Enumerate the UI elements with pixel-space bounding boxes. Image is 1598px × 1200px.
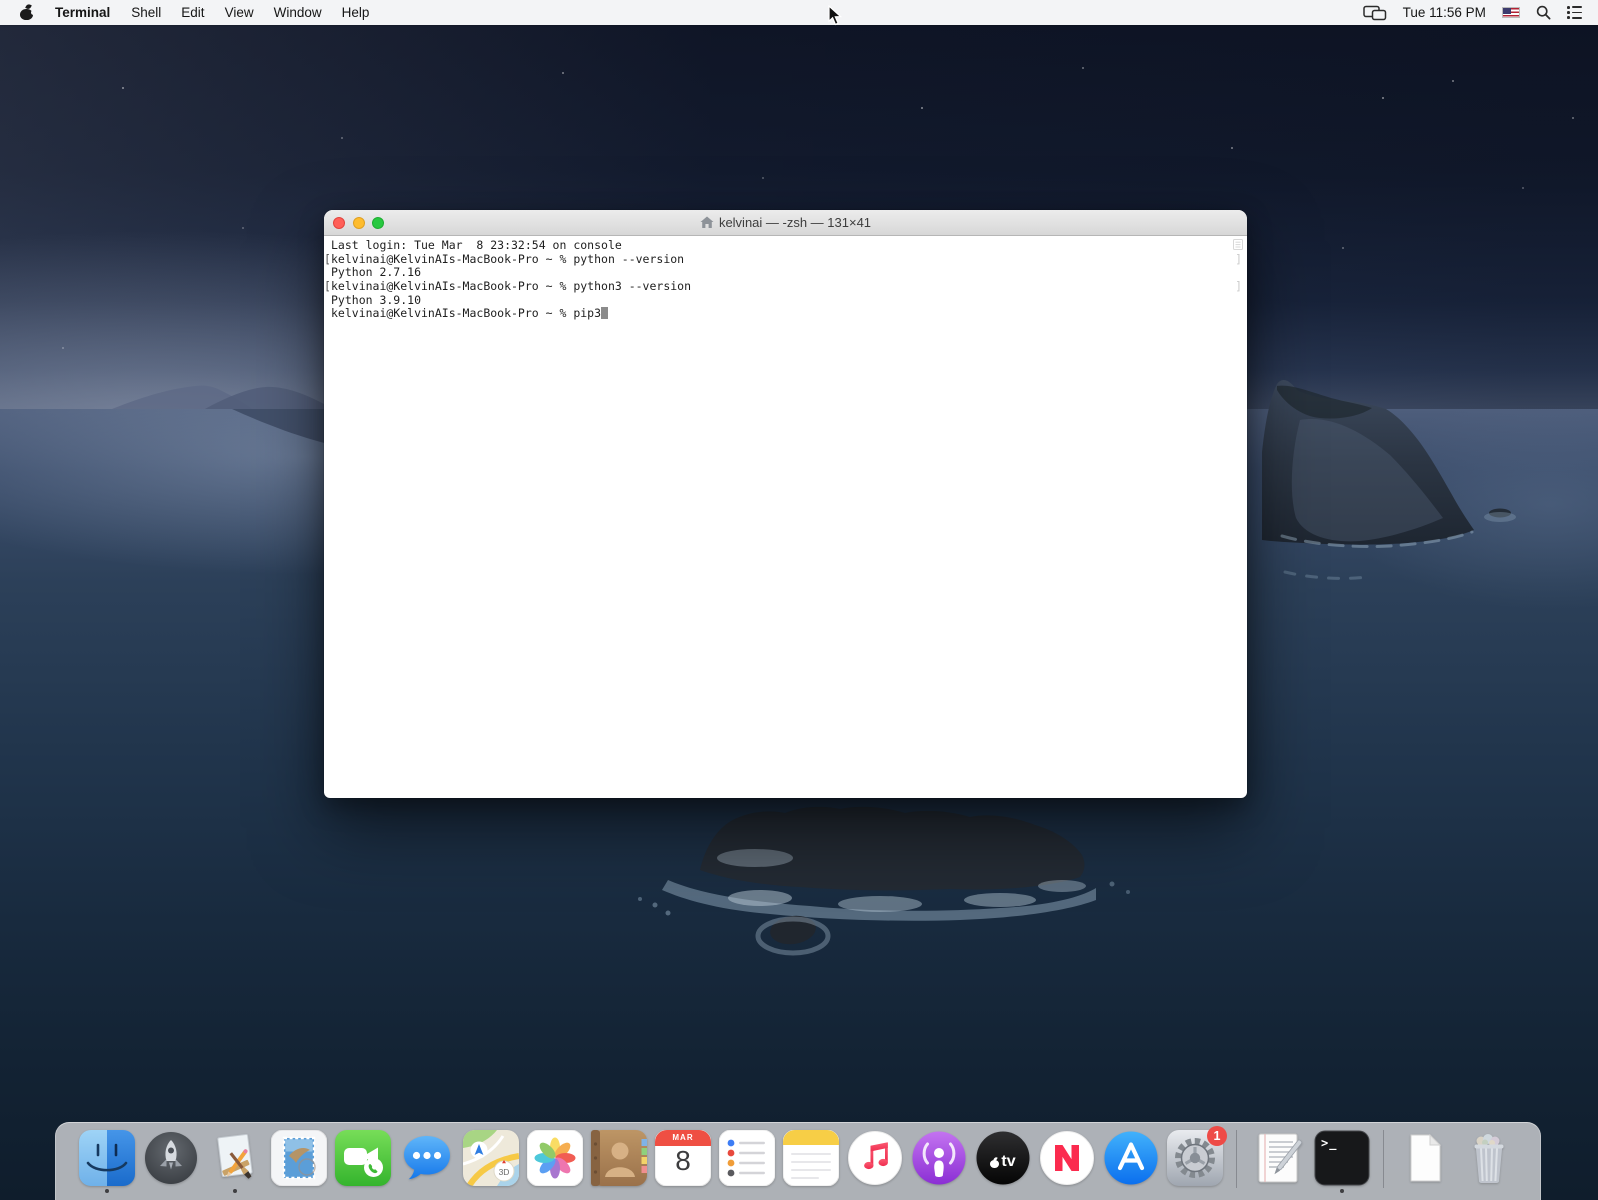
dock-textedit-icon[interactable] <box>1249 1130 1307 1194</box>
menu-shell[interactable]: Shell <box>121 0 171 25</box>
spotlight-search-icon[interactable] <box>1536 5 1551 20</box>
dock: 3D <box>55 1122 1541 1200</box>
dock-separator <box>1383 1130 1384 1188</box>
terminal-content[interactable]: Last login: Tue Mar 8 23:32:54 on consol… <box>324 236 1247 797</box>
tv-label: tv <box>1001 1153 1015 1171</box>
running-indicator <box>105 1189 109 1193</box>
terminal-cursor <box>601 307 608 319</box>
dock-tv-icon[interactable]: tv <box>974 1130 1032 1194</box>
calendar-month-label: MAR <box>654 1133 712 1142</box>
dock-finder-icon[interactable] <box>78 1130 136 1194</box>
terminal-prompt-line: kelvinai@KelvinAIs-MacBook-Pro ~ % pip3 <box>324 307 1247 321</box>
menu-view[interactable]: View <box>215 0 264 25</box>
menu-bar: Terminal Shell Edit View Window Help Tue… <box>0 0 1598 25</box>
dock-messages-icon[interactable] <box>398 1130 456 1194</box>
zoom-button[interactable] <box>372 217 384 229</box>
menu-window[interactable]: Window <box>264 0 332 25</box>
dock-documents-icon[interactable] <box>1396 1130 1454 1194</box>
dock-contacts-icon[interactable] <box>590 1130 648 1194</box>
dock-generic-app-icon[interactable] <box>206 1130 264 1194</box>
dock-music-icon[interactable] <box>846 1130 904 1194</box>
close-button[interactable] <box>333 217 345 229</box>
display-mirroring-icon[interactable] <box>1363 5 1387 21</box>
maps-3d-label: 3D <box>499 1167 510 1177</box>
running-indicator <box>233 1189 237 1193</box>
menu-edit[interactable]: Edit <box>171 0 214 25</box>
terminal-prompt-glyph: >_ <box>1321 1136 1337 1150</box>
terminal-line: [kelvinai@KelvinAIs-MacBook-Pro ~ % pyth… <box>324 253 1247 267</box>
dock-podcasts-icon[interactable] <box>910 1130 968 1194</box>
dock-facetime-icon[interactable] <box>334 1130 392 1194</box>
dock-calendar-icon[interactable]: MAR 8 <box>654 1130 712 1194</box>
running-indicator <box>1340 1189 1344 1193</box>
dock-notes-icon[interactable] <box>782 1130 840 1194</box>
terminal-line: [kelvinai@KelvinAIs-MacBook-Pro ~ % pyth… <box>324 280 1247 294</box>
dock-mail-icon[interactable] <box>270 1130 328 1194</box>
dock-appstore-icon[interactable] <box>1102 1130 1160 1194</box>
dock-launchpad-icon[interactable] <box>142 1130 200 1194</box>
notification-badge: 1 <box>1207 1126 1227 1146</box>
menu-help[interactable]: Help <box>332 0 380 25</box>
desktop: Terminal Shell Edit View Window Help Tue… <box>0 0 1598 1200</box>
apple-logo-icon <box>990 1157 999 1168</box>
mouse-cursor <box>828 5 843 26</box>
terminal-window: kelvinai — -zsh — 131×41 Last login: Tue… <box>324 210 1247 798</box>
terminal-line: Python 2.7.16 <box>324 266 1247 280</box>
terminal-line: Python 3.9.10 <box>324 294 1247 308</box>
us-flag-icon[interactable] <box>1502 7 1520 18</box>
dock-trash-icon[interactable] <box>1460 1130 1518 1194</box>
apple-menu-icon[interactable] <box>20 5 33 20</box>
calendar-day-label: 8 <box>654 1145 712 1177</box>
dock-maps-icon[interactable]: 3D <box>462 1130 520 1194</box>
minimize-button[interactable] <box>353 217 365 229</box>
terminal-line: Last login: Tue Mar 8 23:32:54 on consol… <box>324 239 1247 253</box>
menubar-clock[interactable]: Tue 11:56 PM <box>1403 5 1486 20</box>
home-folder-icon <box>700 216 714 229</box>
window-title: kelvinai — -zsh — 131×41 <box>719 215 871 230</box>
dock-news-icon[interactable] <box>1038 1130 1096 1194</box>
menu-terminal[interactable]: Terminal <box>45 0 121 25</box>
dock-photos-icon[interactable] <box>526 1130 584 1194</box>
menu-list-icon[interactable] <box>1567 6 1582 19</box>
dock-reminders-icon[interactable] <box>718 1130 776 1194</box>
dock-separator <box>1236 1130 1237 1188</box>
dock-system-preferences-icon[interactable]: 1 <box>1166 1130 1224 1194</box>
terminal-titlebar[interactable]: kelvinai — -zsh — 131×41 <box>324 210 1247 236</box>
dock-terminal-icon[interactable]: >_ <box>1313 1130 1371 1194</box>
